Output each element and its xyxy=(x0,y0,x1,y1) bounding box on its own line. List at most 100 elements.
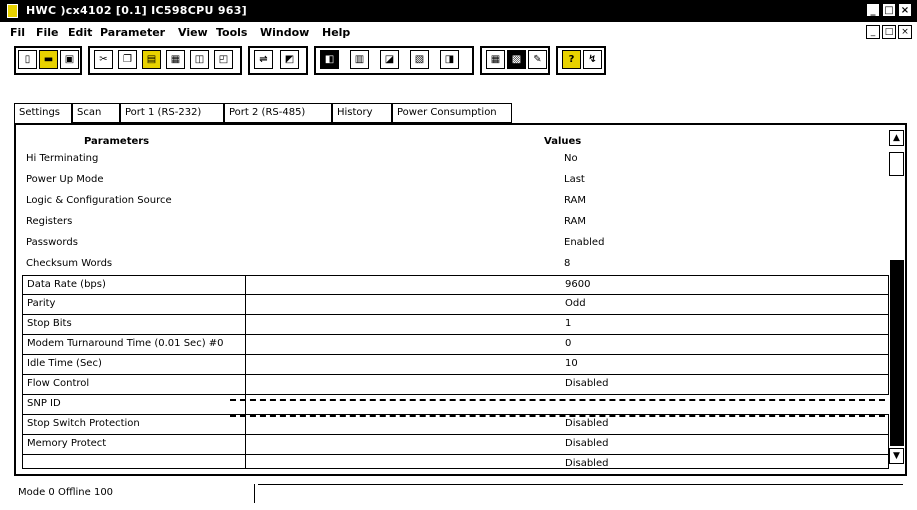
open-icon[interactable]: ▬ xyxy=(39,50,58,69)
param-value[interactable]: Disabled xyxy=(565,378,608,389)
table-row[interactable]: Data Rate (bps) 9600 xyxy=(22,275,889,295)
menu-system[interactable]: Fil xyxy=(10,26,25,39)
tools-icon[interactable]: ▦ xyxy=(486,50,505,69)
menu-help[interactable]: Help xyxy=(322,26,350,39)
toolbar-group-help: ? ↯ xyxy=(556,46,606,75)
table-row[interactable]: Disabled xyxy=(22,455,889,469)
scroll-down-icon[interactable]: ▼ xyxy=(889,448,904,464)
param-name: Checksum Words xyxy=(26,258,113,269)
monitor-icon[interactable]: ▧ xyxy=(410,50,429,69)
cut-icon[interactable]: ✂ xyxy=(94,50,113,69)
menu-parameter[interactable]: Parameter xyxy=(100,26,165,39)
param-value[interactable]: Disabled xyxy=(565,438,608,449)
table-row[interactable]: Idle Time (Sec) 10 xyxy=(22,355,889,375)
table-icon[interactable]: ▩ xyxy=(507,50,526,69)
table-row[interactable]: Modem Turnaround Time (0.01 Sec) #0 0 xyxy=(22,335,889,355)
scroll-track[interactable] xyxy=(890,260,904,446)
table-row[interactable]: Flow Control Disabled xyxy=(22,375,889,395)
compare-icon[interactable]: ▥ xyxy=(350,50,369,69)
table-row[interactable]: Passwords Enabled xyxy=(22,234,889,254)
print-icon[interactable]: ▦ xyxy=(166,50,185,69)
mdi-minimize-button[interactable]: _ xyxy=(866,25,880,39)
param-value[interactable]: 10 xyxy=(565,358,578,369)
tab-power-consumption[interactable]: Power Consumption xyxy=(392,103,512,123)
toolbar-group-edit: ✂ ❐ ▤ ▦ ◫ ◰ xyxy=(88,46,242,75)
param-name: Data Rate (bps) xyxy=(27,279,106,290)
menu-tools[interactable]: Tools xyxy=(216,26,247,39)
menu-file[interactable]: File xyxy=(36,26,59,39)
param-name: Memory Protect xyxy=(27,438,107,449)
save-icon[interactable]: ▣ xyxy=(60,50,79,69)
param-name: Flow Control xyxy=(27,378,90,389)
menu-edit[interactable]: Edit xyxy=(68,26,92,39)
param-value[interactable]: RAM xyxy=(564,195,586,206)
column-divider xyxy=(245,455,246,468)
write-icon[interactable]: ◧ xyxy=(320,50,339,69)
param-value[interactable]: Odd xyxy=(565,298,586,309)
title-bar: HWC )cx4102 [0.1] IC598CPU 963] _ □ × xyxy=(0,0,917,22)
param-name: Stop Switch Protection xyxy=(27,418,140,429)
mdi-close-button[interactable]: × xyxy=(898,25,912,39)
table-row[interactable]: Stop Switch Protection Disabled xyxy=(22,415,889,435)
tab-port1[interactable]: Port 1 (RS-232) xyxy=(120,103,224,123)
mdi-restore-button[interactable]: □ xyxy=(882,25,896,39)
tab-port2[interactable]: Port 2 (RS-485) xyxy=(224,103,332,123)
table-row[interactable]: Registers RAM xyxy=(22,213,889,233)
column-divider xyxy=(245,355,246,374)
param-value[interactable]: 9600 xyxy=(565,279,590,290)
status-pane-info xyxy=(258,484,903,504)
app-icon[interactable] xyxy=(7,4,18,18)
menu-bar: Fil File Edit Parameter View Tools Windo… xyxy=(0,22,917,42)
read-icon[interactable]: ◩ xyxy=(280,50,299,69)
param-value[interactable]: RAM xyxy=(564,216,586,227)
tab-scan[interactable]: Scan xyxy=(72,103,120,123)
param-name: Logic & Configuration Source xyxy=(26,195,172,206)
table-row[interactable]: Power Up Mode Last xyxy=(22,171,889,191)
menu-window[interactable]: Window xyxy=(260,26,309,39)
window-title: HWC )cx4102 [0.1] IC598CPU 963] xyxy=(26,4,248,17)
paste-icon[interactable]: ▤ xyxy=(142,50,161,69)
tab-settings[interactable]: Settings xyxy=(14,103,72,125)
minimize-button[interactable]: _ xyxy=(866,3,880,17)
copy-icon[interactable]: ❐ xyxy=(118,50,137,69)
verify-icon[interactable]: ◪ xyxy=(380,50,399,69)
help-icon[interactable]: ? xyxy=(562,50,581,69)
param-value[interactable]: No xyxy=(564,153,578,164)
param-value[interactable]: 1 xyxy=(565,318,571,329)
param-value[interactable]: Disabled xyxy=(565,418,608,429)
table-row[interactable]: Parity Odd xyxy=(22,295,889,315)
param-value[interactable]: 0 xyxy=(565,338,571,349)
column-divider xyxy=(245,295,246,314)
close-button[interactable]: × xyxy=(898,3,912,17)
param-value[interactable]: Enabled xyxy=(564,237,604,248)
table-row[interactable]: Logic & Configuration Source RAM xyxy=(22,192,889,212)
scroll-thumb[interactable] xyxy=(889,152,904,176)
settings-icon[interactable]: ✎ xyxy=(528,50,547,69)
disconnect-icon[interactable]: ⇌ xyxy=(254,50,273,69)
column-divider xyxy=(245,315,246,334)
chart-icon[interactable]: ◨ xyxy=(440,50,459,69)
connect-icon[interactable]: ◰ xyxy=(214,50,233,69)
column-header-parameters: Parameters xyxy=(84,136,150,147)
preview-icon[interactable]: ◫ xyxy=(190,50,209,69)
table-row[interactable]: Checksum Words 8 xyxy=(22,255,889,275)
table-row[interactable]: Memory Protect Disabled xyxy=(22,435,889,455)
about-icon[interactable]: ↯ xyxy=(583,50,602,69)
maximize-button[interactable]: □ xyxy=(882,3,896,17)
scroll-up-icon[interactable]: ▲ xyxy=(889,130,904,146)
tab-strip: Settings Scan Port 1 (RS-232) Port 2 (RS… xyxy=(14,103,654,125)
toolbar-group-connection: ⇌ ◩ xyxy=(248,46,308,75)
toolbar-group-tools: ▦ ▩ ✎ xyxy=(480,46,550,75)
table-row[interactable]: Stop Bits 1 xyxy=(22,315,889,335)
param-value[interactable]: Disabled xyxy=(565,458,608,468)
param-name: Hi Terminating xyxy=(26,153,99,164)
new-icon[interactable]: ▯ xyxy=(18,50,37,69)
menu-view[interactable]: View xyxy=(178,26,208,39)
table-row[interactable]: Hi Terminating No xyxy=(22,150,889,170)
status-pane-mode: Mode 0 Offline 100 xyxy=(14,484,255,503)
param-name: Parity xyxy=(27,298,56,309)
tab-history[interactable]: History xyxy=(332,103,392,123)
param-value[interactable]: Last xyxy=(564,174,585,185)
param-value[interactable]: 8 xyxy=(564,258,570,269)
vertical-scrollbar[interactable]: ▲ ▼ xyxy=(889,130,905,466)
